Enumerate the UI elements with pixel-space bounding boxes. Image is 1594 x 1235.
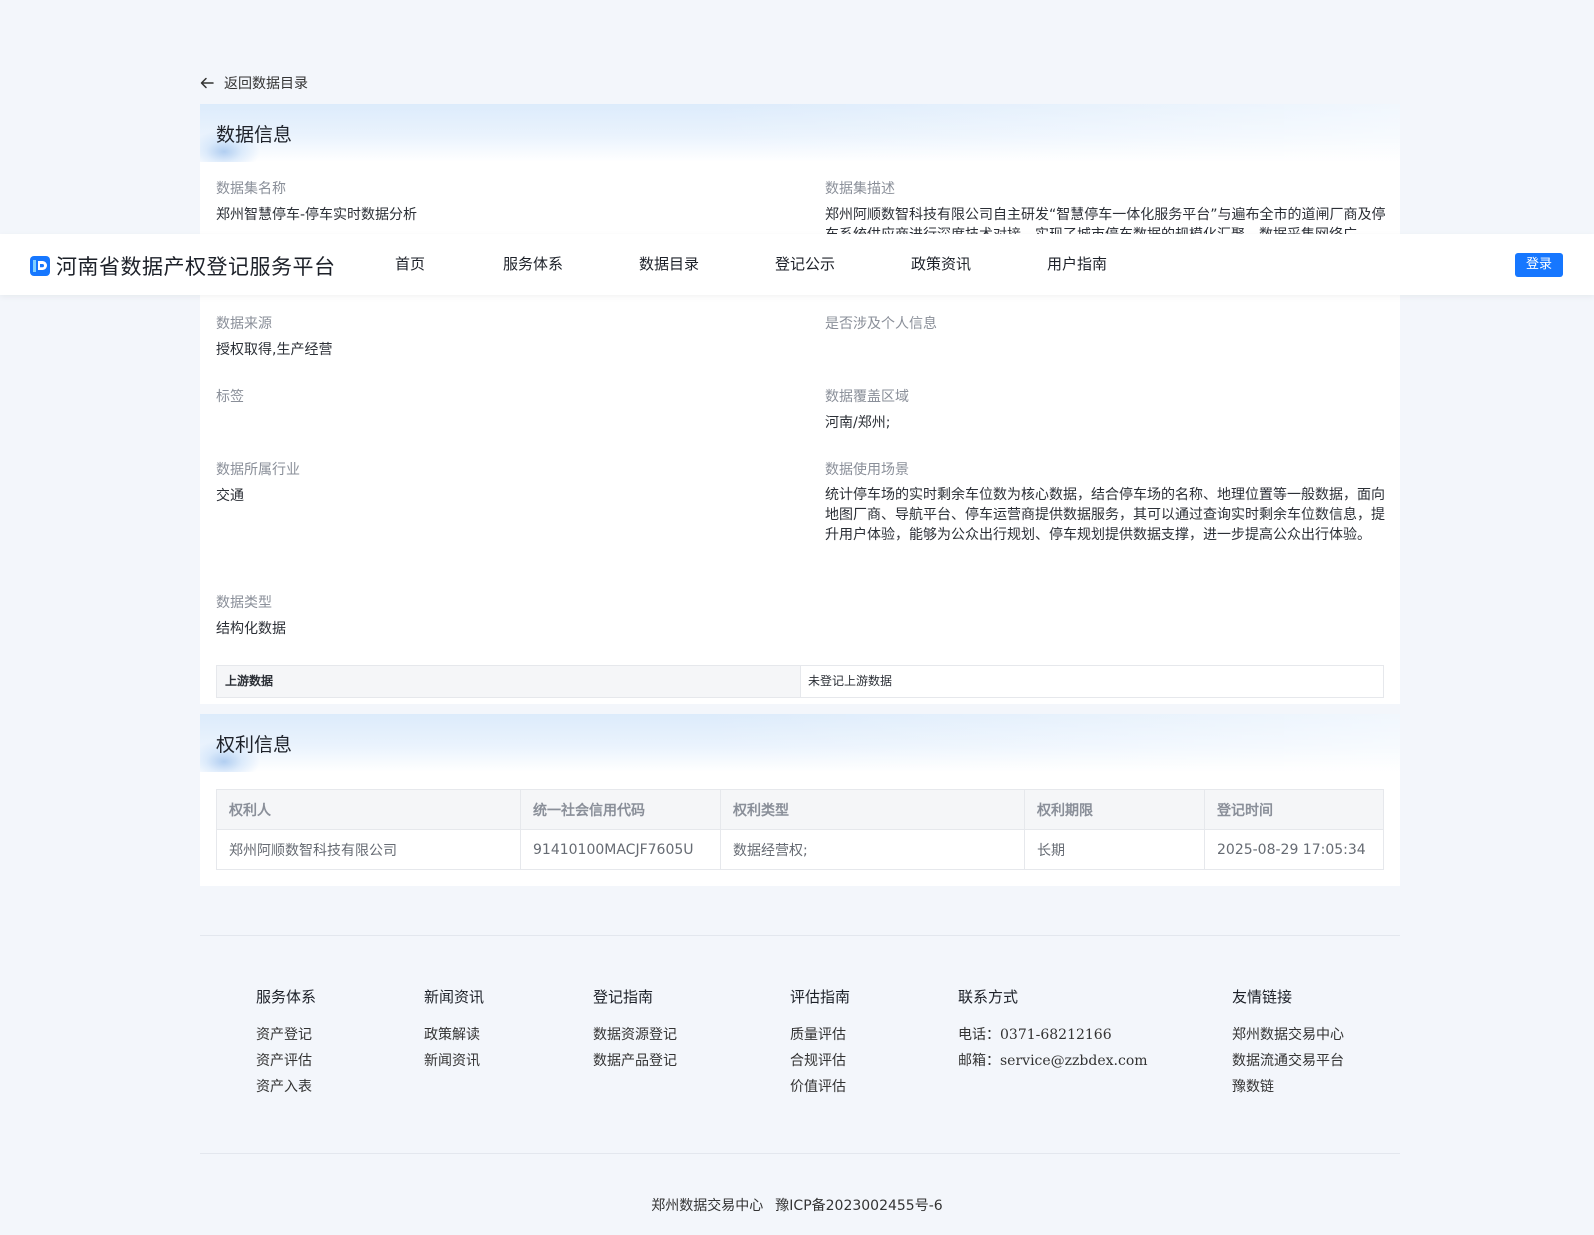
footer-col-friend-links: 友情链接 郑州数据交易中心 数据流通交易平台 豫数链 [1232,986,1344,1103]
footer-link-value-evaluation[interactable]: 价值评估 [790,1077,850,1097]
footer-col-title: 评估指南 [790,988,851,1006]
data-info-card: 数据信息 数据集名称 郑州智慧停车-停车实时数据分析 数据集描述 郑州阿顺数智科… [200,104,1400,704]
nav-item-registration-public[interactable]: 登记公示 [775,253,911,275]
logo-icon [30,256,50,276]
column-header-register-time: 登记时间 [1204,789,1384,830]
field-data-type: 数据类型 结构化数据 [216,593,776,639]
table-row: 郑州阿顺数智科技有限公司 91410100MACJF7605U 数据经营权; 长… [216,829,1384,870]
back-to-catalog-link[interactable]: 返回数据目录 [200,72,308,94]
table-header-row: 权利人 统一社会信用代码 权利类型 权利期限 登记时间 [216,789,1384,830]
upstream-value: 未登记上游数据 [808,674,893,688]
field-dataset-description: 数据集描述 郑州阿顺数智科技有限公司自主研发“智慧停车一体化服务平台”与遍布全市… [825,179,1387,235]
nav-item-user-guide[interactable]: 用户指南 [1047,253,1107,275]
upstream-data-table: 上游数据 未登记上游数据 [216,665,1384,698]
footer-col-services: 服务体系 资产登记 资产评估 资产入表 [256,986,316,1103]
nav-item-policy-news[interactable]: 政策资讯 [911,253,1047,275]
footer-link-data-circulation-platform[interactable]: 数据流通交易平台 [1232,1051,1344,1071]
column-header-rights-holder: 权利人 [216,789,521,830]
phone-label: 电话： [958,1027,1000,1043]
column-header-rights-term: 权利期限 [1024,789,1205,830]
footer-link-asset-registration[interactable]: 资产登记 [256,1025,316,1045]
field-label: 数据所属行业 [216,462,300,478]
rights-info-title: 权利信息 [216,734,293,756]
nav-item-home[interactable]: 首页 [395,253,503,275]
field-value: 郑州智慧停车-停车实时数据分析 [216,207,418,223]
main-nav: 首页 服务体系 数据目录 登记公示 政策资讯 用户指南 [395,253,1107,275]
footer-col-title: 联系方式 [958,988,1019,1006]
field-label: 数据使用场景 [825,462,909,478]
footer-link-quality-evaluation[interactable]: 质量评估 [790,1025,850,1045]
footer-link-zhengzhou-data-exchange[interactable]: 郑州数据交易中心 [1232,1025,1344,1045]
field-usage-scenario: 数据使用场景 统计停车场的实时剩余车位数为核心数据，结合停车场的名称、地理位置等… [825,460,1387,545]
footer-link-data-product-registration[interactable]: 数据产品登记 [593,1051,677,1071]
field-tags: 标签 [216,387,776,413]
field-dataset-name: 数据集名称 郑州智慧停车-停车实时数据分析 [216,179,776,225]
field-value: 郑州阿顺数智科技有限公司自主研发“智慧停车一体化服务平台”与遍布全市的道闸厂商及… [825,207,1386,235]
data-info-title: 数据信息 [216,124,293,146]
rights-table: 权利人 统一社会信用代码 权利类型 权利期限 登记时间 郑州阿顺数智科技有限公司… [216,789,1384,870]
field-label: 数据类型 [216,595,272,611]
field-personal-info: 是否涉及个人信息 [825,314,1385,340]
footer-link-data-resource-registration[interactable]: 数据资源登记 [593,1025,677,1045]
rights-info-header: 权利信息 [200,714,1400,772]
copyright: 郑州数据交易中心 豫ICP备2023002455号-6 [0,1196,1594,1216]
footer-col-news: 新闻资讯 政策解读 新闻资讯 [424,986,484,1077]
field-label: 数据覆盖区域 [825,389,909,405]
cell-rights-term: 长期 [1024,829,1205,870]
footer-link-yushulian[interactable]: 豫数链 [1232,1077,1344,1097]
field-label: 数据集名称 [216,181,286,197]
cell-rights-holder: 郑州阿顺数智科技有限公司 [216,829,521,870]
field-label: 数据集描述 [825,181,895,197]
field-label: 数据来源 [216,316,272,332]
brand[interactable]: 河南省数据产权登记服务平台 [30,251,336,281]
footer-divider-bottom [200,1153,1400,1154]
copyright-org: 郑州数据交易中心 [651,1198,764,1214]
field-label: 标签 [216,389,244,405]
back-link-label: 返回数据目录 [224,76,308,92]
footer-link-compliance-evaluation[interactable]: 合规评估 [790,1051,850,1071]
footer-link-policy-interpretation[interactable]: 政策解读 [424,1025,484,1045]
footer-col-title: 服务体系 [256,988,317,1006]
footer-col-title: 友情链接 [1232,988,1293,1006]
data-info-header: 数据信息 [200,104,1400,162]
footer-col-contact: 联系方式 电话：0371-68212166 邮箱：service@zzbdex.… [958,986,1148,1077]
brand-name: 河南省数据产权登记服务平台 [56,255,336,279]
field-value: 授权取得,生产经营 [216,342,333,358]
arrow-left-icon [200,77,214,89]
footer-col-evaluation-guide: 评估指南 质量评估 合规评估 价值评估 [790,986,850,1103]
icp-number[interactable]: 豫ICP备2023002455号-6 [775,1198,942,1214]
footer-divider-top [200,935,1400,936]
login-button[interactable]: 登录 [1515,253,1563,277]
email-address: service@zzbdex.com [1000,1053,1148,1069]
email-label: 邮箱： [958,1053,1000,1069]
cell-rights-type: 数据经营权; [720,829,1025,870]
upstream-label: 上游数据 [217,666,801,697]
footer-col-title: 登记指南 [593,988,654,1006]
field-industry: 数据所属行业 交通 [216,460,776,506]
field-label: 是否涉及个人信息 [825,316,937,332]
nav-item-data-catalog[interactable]: 数据目录 [639,253,775,275]
field-coverage-area: 数据覆盖区域 河南/郑州; [825,387,1385,433]
field-value: 河南/郑州; [825,415,891,431]
footer-link-asset-evaluation[interactable]: 资产评估 [256,1051,316,1071]
footer-email: 邮箱：service@zzbdex.com [958,1051,1148,1071]
field-value: 结构化数据 [216,621,286,637]
site-header: 河南省数据产权登记服务平台 首页 服务体系 数据目录 登记公示 政策资讯 用户指… [0,234,1594,295]
footer-phone: 电话：0371-68212166 [958,1025,1148,1045]
page: 返回数据目录 数据信息 数据集名称 郑州智慧停车-停车实时数据分析 数据集描述 … [0,0,1594,1235]
nav-item-services[interactable]: 服务体系 [503,253,639,275]
field-data-source: 数据来源 授权取得,生产经营 [216,314,776,360]
column-header-credit-code: 统一社会信用代码 [520,789,721,830]
phone-number: 0371-68212166 [1000,1027,1112,1043]
cell-credit-code: 91410100MACJF7605U [520,829,721,870]
cell-register-time: 2025-08-29 17:05:34 [1204,829,1384,870]
footer-col-title: 新闻资讯 [424,988,485,1006]
footer-col-registration-guide: 登记指南 数据资源登记 数据产品登记 [593,986,677,1077]
footer-link-news[interactable]: 新闻资讯 [424,1051,484,1071]
rights-info-card: 权利信息 权利人 统一社会信用代码 权利类型 权利期限 登记时间 郑州阿顺数智科… [200,714,1400,886]
column-header-rights-type: 权利类型 [720,789,1025,830]
field-value: 交通 [216,488,244,504]
field-value: 统计停车场的实时剩余车位数为核心数据，结合停车场的名称、地理位置等一般数据，面向… [825,487,1385,543]
footer-link-asset-accounting[interactable]: 资产入表 [256,1077,316,1097]
